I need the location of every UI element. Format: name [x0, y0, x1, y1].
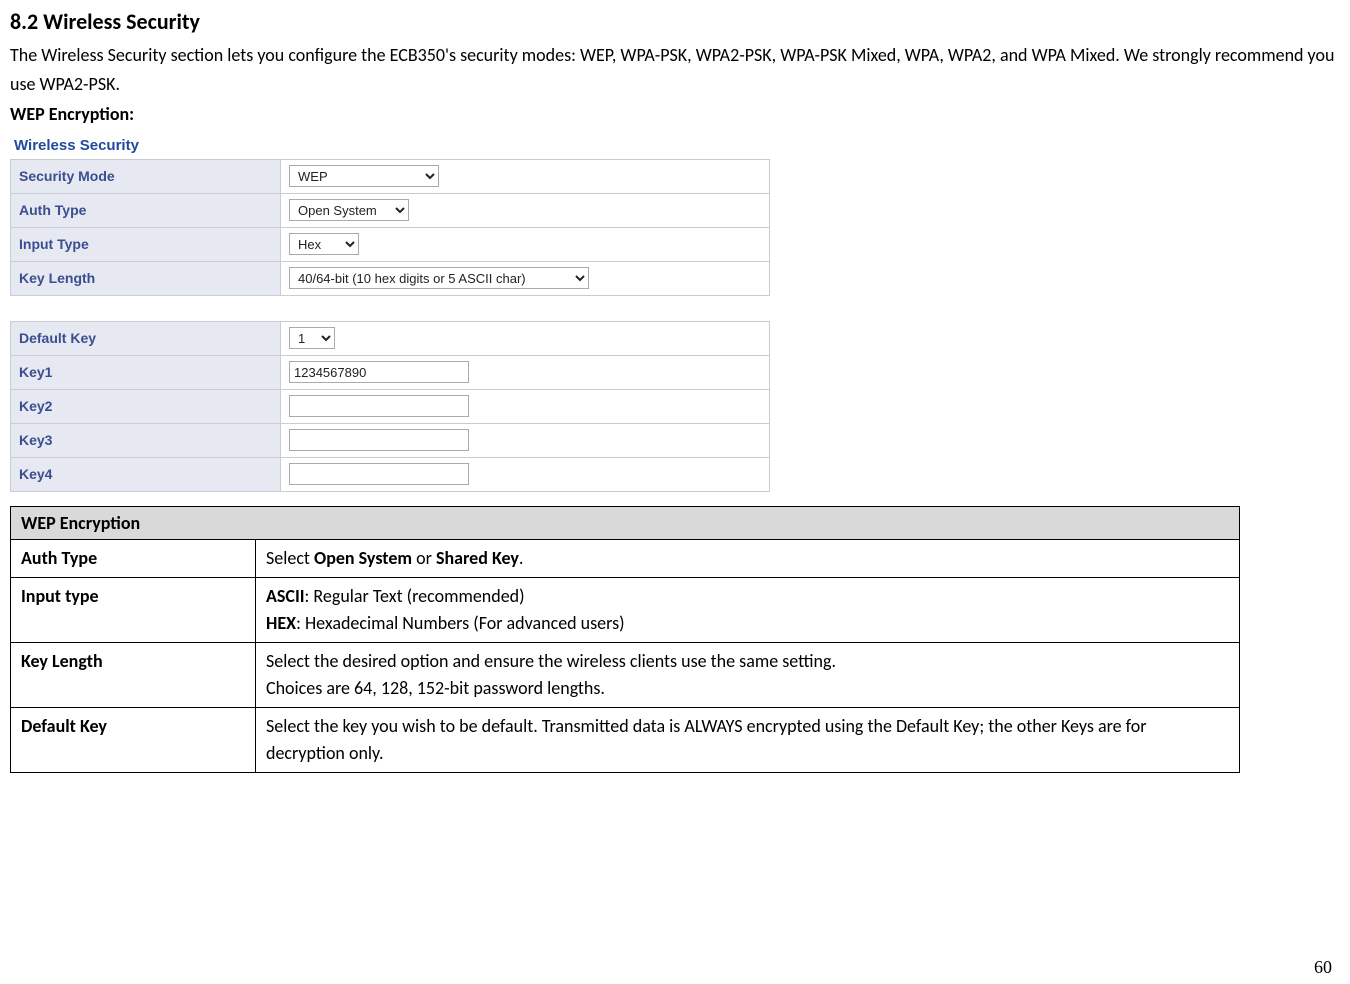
auth-type-select[interactable]: Open System: [289, 199, 409, 221]
wireless-security-panel: Wireless Security Security Mode WEP Auth…: [10, 133, 770, 492]
row-security-mode: Security Mode WEP: [11, 159, 770, 193]
row-key1: Key1: [11, 355, 770, 389]
key1-input[interactable]: [289, 361, 469, 383]
desc-row-input-type: Input type ASCII: Regular Text (recommen…: [11, 577, 1240, 642]
label-key1: Key1: [11, 355, 281, 389]
desc-row-default-key: Default Key Select the key you wish to b…: [11, 707, 1240, 772]
desc-row-auth-type: Auth Type Select Open System or Shared K…: [11, 539, 1240, 577]
panel-title: Wireless Security: [10, 133, 770, 159]
section-heading: 8.2 Wireless Security: [10, 8, 1340, 35]
security-mode-select[interactable]: WEP: [289, 165, 439, 187]
desc-row-key-length: Key Length Select the desired option and…: [11, 642, 1240, 707]
key-length-select[interactable]: 40/64-bit (10 hex digits or 5 ASCII char…: [289, 267, 589, 289]
settings-table: Security Mode WEP Auth Type Open System …: [10, 159, 770, 492]
key2-input[interactable]: [289, 395, 469, 417]
row-input-type: Input Type Hex: [11, 227, 770, 261]
page-number: 60: [1314, 957, 1332, 978]
row-default-key: Default Key 1: [11, 321, 770, 355]
subheading: WEP Encryption:: [10, 103, 1340, 125]
row-key-length: Key Length 40/64-bit (10 hex digits or 5…: [11, 261, 770, 295]
label-key3: Key3: [11, 423, 281, 457]
label-key-length: Key Length: [11, 261, 281, 295]
label-input-type: Input Type: [11, 227, 281, 261]
label-security-mode: Security Mode: [11, 159, 281, 193]
input-type-select[interactable]: Hex: [289, 233, 359, 255]
label-key2: Key2: [11, 389, 281, 423]
default-key-select[interactable]: 1: [289, 327, 335, 349]
row-key2: Key2: [11, 389, 770, 423]
row-auth-type: Auth Type Open System: [11, 193, 770, 227]
description-table: WEP Encryption Auth Type Select Open Sys…: [10, 506, 1240, 773]
key3-input[interactable]: [289, 429, 469, 451]
intro-paragraph: The Wireless Security section lets you c…: [10, 41, 1340, 99]
label-auth-type: Auth Type: [11, 193, 281, 227]
key4-input[interactable]: [289, 463, 469, 485]
row-key4: Key4: [11, 457, 770, 491]
desc-header: WEP Encryption: [11, 506, 1240, 539]
label-key4: Key4: [11, 457, 281, 491]
row-key3: Key3: [11, 423, 770, 457]
label-default-key: Default Key: [11, 321, 281, 355]
